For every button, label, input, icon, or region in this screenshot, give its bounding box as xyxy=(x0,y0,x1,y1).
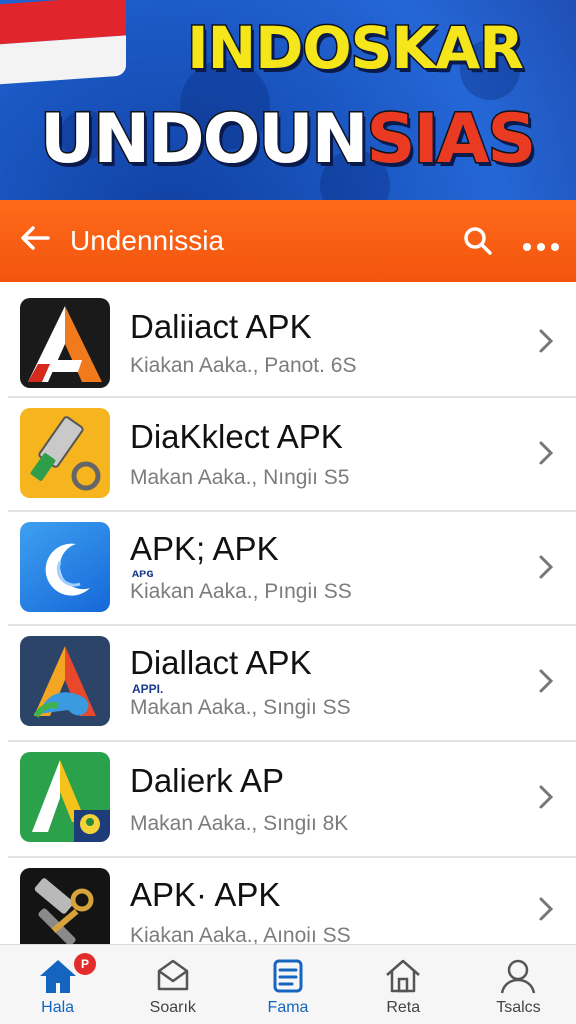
app-list: Daliiact APK Kiakan Aaka., Panot. 6S Dia… xyxy=(8,290,576,944)
app-title: Dalierk AP xyxy=(130,762,285,799)
banner-title-line2: UNDOUNSIAS xyxy=(39,99,570,181)
nav-item-fama[interactable]: Fama xyxy=(230,945,345,1024)
bottom-navigation: P Hala Soarık Fama Reta Tsalcs xyxy=(0,944,576,1024)
app-title: DiaKklect APK xyxy=(130,418,343,455)
chevron-right-icon xyxy=(536,438,556,473)
list-item[interactable]: Diallact APK APPI. Makan Aaka., Sıngiı S… xyxy=(8,626,576,742)
green-a-icon xyxy=(20,752,110,842)
tool-key-icon xyxy=(20,408,110,498)
nav-label: Reta xyxy=(386,999,421,1016)
page-title: Undennissia xyxy=(70,225,225,256)
chevron-right-icon xyxy=(536,666,556,701)
app-bar: Undennissia xyxy=(0,200,576,282)
app-tag: APPI. xyxy=(132,682,164,696)
app-subtitle: Kiakan Aaka., Pıngiı SS xyxy=(130,580,352,603)
app-title: APK; APK xyxy=(130,530,279,567)
notification-badge: P xyxy=(74,953,96,975)
list-item[interactable]: Daliiact APK Kiakan Aaka., Panot. 6S xyxy=(8,290,576,398)
back-arrow-icon[interactable] xyxy=(0,221,70,261)
banner-title-red: SIAS xyxy=(365,99,538,181)
list-item[interactable]: APK· APK Kiakan Aaka., Aınoiı SS xyxy=(8,858,576,944)
chevron-right-icon xyxy=(536,552,556,587)
app-tag: ᴀᴘɢ xyxy=(132,566,154,580)
house-outline-icon xyxy=(386,959,421,993)
app-title: Diallact APK xyxy=(130,644,312,681)
app-subtitle: Makan Aaka., Sıngiı 8K xyxy=(130,812,349,835)
search-icon[interactable] xyxy=(450,224,506,258)
nav-item-search[interactable]: Soarık xyxy=(115,945,230,1024)
nav-item-profile[interactable]: Tsalcs xyxy=(461,945,576,1024)
app-subtitle: Makan Aaka., Sıngiı SS xyxy=(130,696,351,719)
list-item[interactable]: Dalierk AP Makan Aaka., Sıngiı 8K xyxy=(8,742,576,858)
nav-label: Fama xyxy=(267,999,309,1016)
triangle-a-icon xyxy=(20,298,110,388)
nav-label: Tsalcs xyxy=(496,999,541,1016)
banner-title-line1: INDOSKAR xyxy=(186,13,526,84)
nav-label: Soarık xyxy=(149,999,196,1016)
chevron-right-icon xyxy=(536,782,556,817)
user-icon xyxy=(501,959,536,994)
chevron-right-icon xyxy=(536,326,556,361)
list-item[interactable]: APK; APK ᴀᴘɢ Kiakan Aaka., Pıngiı SS xyxy=(8,512,576,626)
hammer-key-icon xyxy=(20,868,110,944)
promo-banner: INDOSKAR UNDOUNSIAS xyxy=(0,0,576,200)
app-subtitle: Makan Aaka., Nıngiı S5 xyxy=(130,466,350,489)
moon-icon xyxy=(20,522,110,612)
indonesia-flag-icon xyxy=(0,0,126,85)
home-icon xyxy=(39,960,76,993)
app-subtitle: Kiakan Aaka., Aınoiı SS xyxy=(130,924,351,944)
colorful-a-icon xyxy=(20,636,110,726)
list-item[interactable]: DiaKklect APK Makan Aaka., Nıngiı S5 xyxy=(8,398,576,512)
nav-item-home[interactable]: P Hala xyxy=(0,945,115,1024)
nav-label: Hala xyxy=(41,999,75,1016)
nav-item-reta[interactable]: Reta xyxy=(346,945,461,1024)
inbox-icon xyxy=(157,959,189,991)
app-subtitle: Kiakan Aaka., Panot. 6S xyxy=(130,354,357,377)
app-title: APK· APK xyxy=(130,876,281,913)
more-options-icon[interactable] xyxy=(506,224,576,258)
chevron-right-icon xyxy=(536,894,556,929)
banner-title-white: UNDOUN xyxy=(39,99,371,181)
document-icon xyxy=(273,959,303,993)
app-title: Daliiact APK xyxy=(130,308,312,345)
